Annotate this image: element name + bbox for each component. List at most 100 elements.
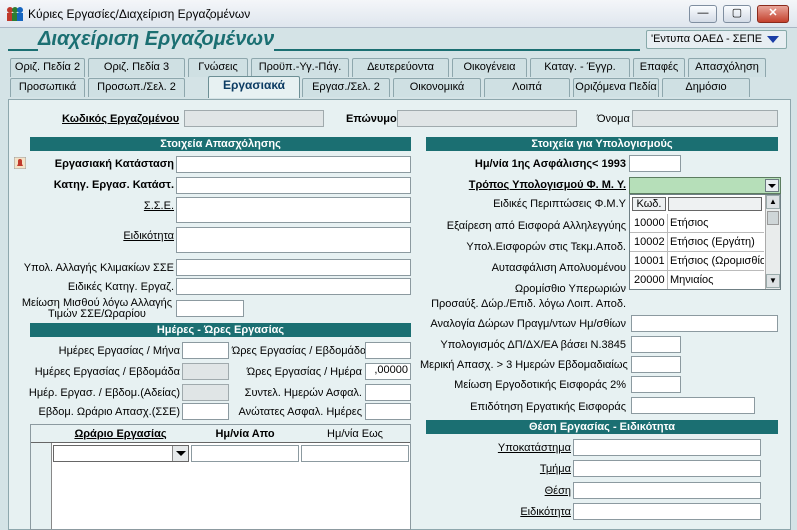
employer-reduction-input[interactable] [631,376,681,393]
tab-epafes[interactable]: Επαφές [633,58,685,77]
calc-change-input[interactable] [176,259,411,276]
calc-dp-input[interactable] [631,336,681,353]
solidarity-exempt-label: Εξαίρεση από Εισφορά Αλληλεγγύης [446,220,626,232]
tab-prosopika[interactable]: Προσωπικά [10,78,85,97]
surname-input[interactable] [397,110,577,127]
tab-oriz-pedia-2[interactable]: Οριζ. Πεδία 2 [10,58,85,77]
hours-day-value: ,00000 [374,364,408,376]
dropdown-item-label: Ετήσιος (Εργάτη) [670,236,755,248]
days-month-label: Ημέρες Εργασίας / Μήνα [58,345,180,357]
first-ins-date-input[interactable] [629,155,681,172]
title-bar: Κύριες Εργασίες/Διαχείριση Εργαζομένων —… [0,0,797,28]
ins-days-coef-label: Συντελ. Ημερών Ασφαλ. [244,387,362,399]
window-title: Κύριες Εργασίες/Διαχείριση Εργαζομένων [28,7,251,21]
employee-code-input[interactable] [184,110,324,127]
tab-katag[interactable]: Καταγ. - Έγγρ. [530,58,630,77]
ins-days-coef-input[interactable] [365,384,411,401]
header: Διαχείριση Εργαζομένων 'Εντυπα ΟΑΕΔ - ΣΕ… [0,28,797,52]
weekly-hours-input[interactable] [182,403,229,420]
days-week-input[interactable] [182,363,229,380]
branch-input[interactable] [573,439,761,456]
position-label: Θέση [544,485,571,497]
scroll-down-button[interactable]: ▼ [766,274,780,288]
weekly-hours-label: Εβδομ. Ωράριο Απασχ.(ΣΣΕ) [38,406,180,418]
page-title: Διαχείριση Εργαζομένων [38,28,275,50]
dropdown-item[interactable]: 10001 Ετήσιος (Ωρομισθίου) [630,252,764,271]
partial-label: Μερική Απασχ. > 3 Ημερών Εβδομαδιαίως [420,359,628,371]
calc-method-arrow[interactable] [765,179,779,192]
salary-reduction-label: Μείωση Μισθού λόγω Αλλαγής Τιμών ΣΣΕ/Ωρα… [20,298,174,320]
hours-week-label: Ώρες Εργασίας / Εβδομάδα [232,345,367,357]
tab-apasxolisi[interactable]: Απασχόληση [688,58,766,77]
close-button[interactable]: ✕ [757,5,789,23]
tab-dimosio[interactable]: Δημόσιο [662,78,750,97]
days-leave-input[interactable] [182,384,229,401]
max-ins-days-label: Ανώτατες Ασφαλ. Ημέρες [238,406,363,418]
forms-dropdown[interactable]: 'Εντυπα ΟΑΕΔ - ΣΕΠΕ [646,30,787,49]
tab-ergasiaka[interactable]: Εργασιακά [208,76,300,98]
employee-code-label: Κωδικός Εργαζομένου [62,113,180,125]
tab-gnoseis[interactable]: Γνώσεις [188,58,248,77]
work-hours-section-header: Ημέρες - Ώρες Εργασίας [30,323,411,337]
dropdown-item[interactable]: 10000 Ετήσιος [630,214,764,233]
work-status-input[interactable] [176,156,411,173]
special-cases-label: Ειδικές Περιπτώσεις Φ.Μ.Υ [493,198,626,210]
chevron-down-icon [767,36,779,43]
max-ins-days-input[interactable] [365,403,411,420]
tab-oikonomika[interactable]: Οικονομικά [393,78,481,97]
special-cat-input[interactable] [176,278,411,295]
work-status-cat-label: Κατηγ. Εργασ. Κατάστ. [53,179,174,191]
partial-input[interactable] [631,356,681,373]
days-month-input[interactable] [182,342,229,359]
specialty2-input[interactable] [573,503,761,520]
dropdown-header-desc [668,197,762,211]
tab-loipa[interactable]: Λοιπά [484,78,570,97]
dropdown-item[interactable]: 10002 Ετήσιος (Εργάτη) [630,233,764,252]
hours-day-input[interactable]: ,00000 [365,363,411,380]
department-input[interactable] [573,460,761,477]
tab-orizomena-pedia[interactable]: Οριζόμενα Πεδία [573,78,659,97]
sse-input[interactable] [176,197,411,223]
position-input[interactable] [573,482,761,499]
tab-oriz-pedia-3[interactable]: Οριζ. Πεδία 3 [88,58,185,77]
name-input[interactable] [632,110,778,127]
calc-dp-label: Υπολογισμός ΔΠ/ΔΧ/ΕΑ βάσει Ν.3845 [440,339,626,351]
schedule-combo[interactable] [53,445,189,462]
salary-reduction-input[interactable] [176,300,244,317]
tab-oikogeneia[interactable]: Οικογένεια [452,58,527,77]
tab-prosop-sel-2[interactable]: Προσωπ./Σελ. 2 [88,78,185,97]
dropdown-header-code: Κωδ. [632,197,666,211]
special-cat-label: Ειδικές Κατηγ. Εργαζ. [67,281,174,293]
dropdown-item-label: Ετήσιος (Ωρομισθίου) [670,255,764,267]
department-label: Τμήμα [539,463,571,475]
specialty-input[interactable] [176,227,411,253]
grid-col-schedule: Ωράριο Εργασίας [74,428,167,440]
first-ins-date-label: Ημ/νία 1ης Ασφάλισης< 1993 [474,158,626,170]
gift-ratio-input[interactable] [631,315,778,332]
dropdown-scrollbar[interactable]: ▲ ▼ [765,195,780,289]
forms-dropdown-label: 'Εντυπα ΟΑΕΔ - ΣΕΠΕ [651,33,763,45]
specialty2-label: Ειδικότητα [520,506,571,518]
tab-deftereyonta[interactable]: Δευτερεύοντα [352,58,449,77]
dropdown-item-code: 10001 [634,255,665,267]
date-from-cell[interactable] [191,445,299,462]
dropdown-header-row: Κωδ. [630,195,764,214]
employee-subsidy-input[interactable] [631,397,755,414]
chevron-down-icon[interactable] [172,446,188,461]
maximize-button[interactable]: ▢ [723,5,751,23]
minimize-button[interactable]: — [689,5,717,23]
specialty-label: Ειδικότητα [123,230,174,242]
tab-proyp[interactable]: Προϋπ.-Υγ.-Πάγ. [251,58,349,77]
self-insurance-label: Αυτασφάλιση Απολυομένου [491,262,626,274]
calc-method-combo[interactable] [629,177,781,194]
date-to-cell[interactable] [301,445,409,462]
dropdown-item[interactable]: 20000 Μηνιαίος [630,271,764,289]
users-icon [6,6,24,22]
position-section-header: Θέση Εργασίας - Ειδικότητα [426,420,778,434]
tab-ergas-sel-2[interactable]: Εργασ./Σελ. 2 [302,78,390,97]
grid-col-date-to: Ημ/νία Εως [327,428,383,440]
hours-week-input[interactable] [365,342,411,359]
work-status-cat-input[interactable] [176,177,411,194]
scroll-up-button[interactable]: ▲ [766,195,780,209]
scroll-thumb[interactable] [767,211,779,225]
